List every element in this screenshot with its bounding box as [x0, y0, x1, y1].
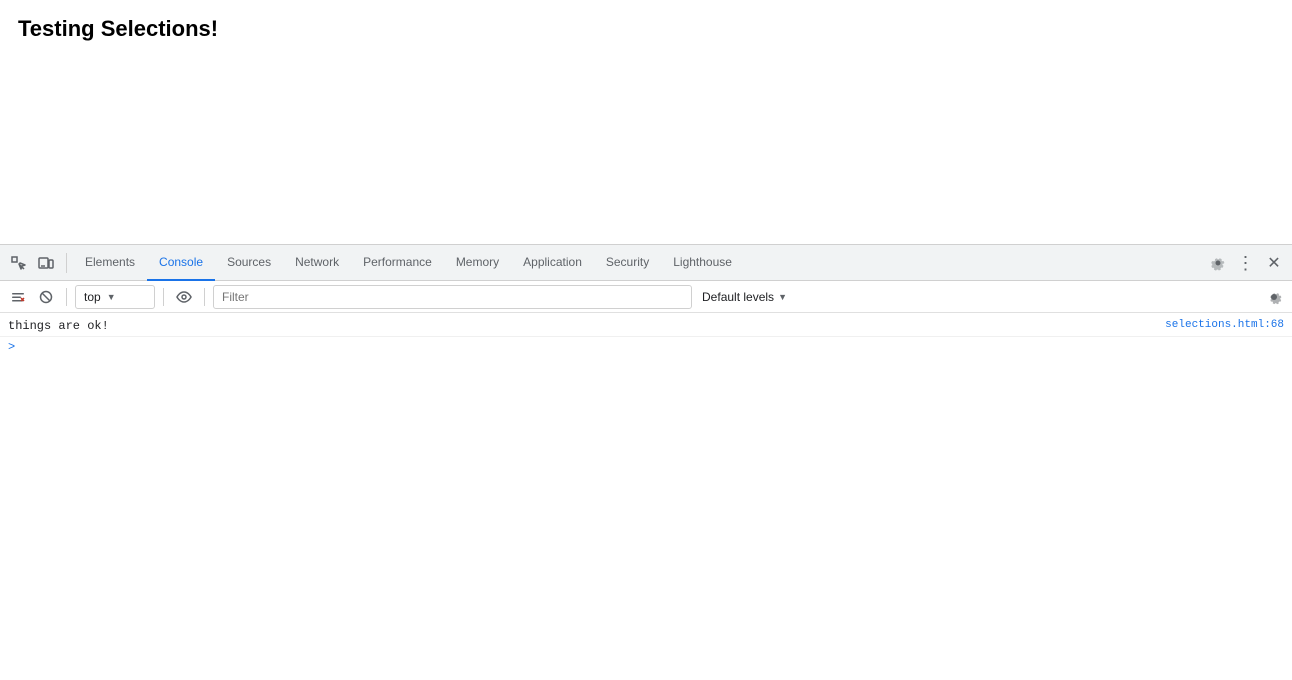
filter-input-container[interactable] [213, 285, 692, 309]
console-toolbar: top ▼ Default levels ▼ [0, 281, 1292, 313]
devtools-close-button[interactable]: ✕ [1260, 249, 1288, 277]
tab-lighthouse[interactable]: Lighthouse [661, 245, 744, 281]
console-divider-3 [204, 288, 205, 306]
tab-elements[interactable]: Elements [73, 245, 147, 281]
tab-memory[interactable]: Memory [444, 245, 511, 281]
devtools-settings-button[interactable] [1204, 249, 1232, 277]
devtools-more-button[interactable]: ⋮ [1232, 249, 1260, 277]
console-settings-button[interactable] [1262, 285, 1286, 309]
devtools-panel: Elements Console Sources Network Perform… [0, 244, 1292, 680]
clear-console-button[interactable] [6, 285, 30, 309]
context-selector-arrow: ▼ [107, 292, 116, 302]
console-divider-2 [163, 288, 164, 306]
block-console-button[interactable] [34, 285, 58, 309]
inspect-element-icon[interactable] [4, 249, 32, 277]
devtools-tab-bar: Elements Console Sources Network Perform… [0, 245, 1292, 281]
console-log-source[interactable]: selections.html:68 [1165, 319, 1284, 331]
filter-input[interactable] [222, 290, 683, 304]
log-levels-arrow: ▼ [778, 292, 787, 302]
page-content: Testing Selections! [0, 0, 1292, 244]
device-toolbar-icon[interactable] [32, 249, 60, 277]
console-log-text: things are ok! [8, 319, 1157, 333]
tab-sources[interactable]: Sources [215, 245, 283, 281]
context-selector[interactable]: top ▼ [75, 285, 155, 309]
context-selector-label: top [84, 290, 101, 304]
console-output: things are ok! selections.html:68 > [0, 313, 1292, 680]
console-divider-1 [66, 288, 67, 306]
tab-application[interactable]: Application [511, 245, 594, 281]
console-input-line[interactable]: > [0, 337, 1292, 357]
tab-security[interactable]: Security [594, 245, 661, 281]
log-levels-label: Default levels [702, 290, 774, 304]
page-title: Testing Selections! [18, 16, 1274, 42]
tab-network[interactable]: Network [283, 245, 351, 281]
console-prompt-symbol: > [8, 340, 15, 354]
log-levels-dropdown[interactable]: Default levels ▼ [696, 285, 793, 309]
tab-performance[interactable]: Performance [351, 245, 444, 281]
console-log-entry: things are ok! selections.html:68 [0, 317, 1292, 337]
tab-console[interactable]: Console [147, 245, 215, 281]
tab-divider-1 [66, 253, 67, 273]
live-expressions-button[interactable] [172, 285, 196, 309]
